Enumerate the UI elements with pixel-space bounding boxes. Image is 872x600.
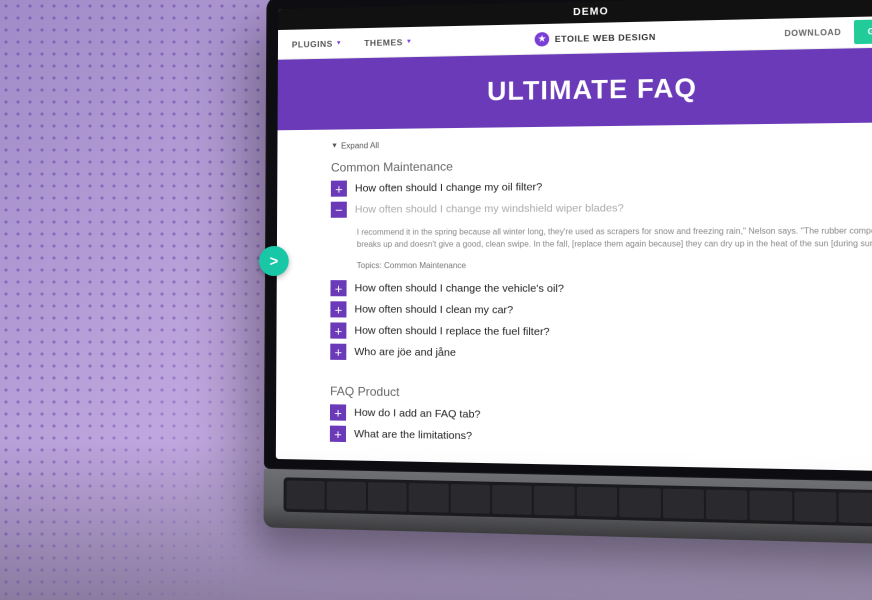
section-title: FAQ Product (330, 384, 872, 406)
collapse-icon[interactable]: − (331, 202, 347, 218)
nav-right: DOWNLOAD GET PRE (784, 19, 872, 46)
faq-item[interactable]: + What are the limitations? (330, 426, 872, 453)
section-title: Common Maintenance (331, 155, 872, 175)
expand-all-label: Expand All (341, 141, 379, 150)
nav-plugins-label: PLUGINS (292, 38, 333, 49)
faq-question: How do I add an FAQ tab? (354, 405, 480, 421)
expand-icon[interactable]: + (330, 404, 346, 420)
chevron-down-icon: ▼ (331, 143, 338, 150)
faq-topics: Topics: Common Maintenance (331, 255, 872, 282)
expand-icon[interactable]: + (330, 322, 346, 338)
faq-question: How often should I replace the fuel filt… (354, 323, 549, 339)
demo-banner-label: DEMO (573, 6, 609, 18)
faq-item[interactable]: + Who are jöe and jåne (330, 344, 872, 366)
topics-label: Topics: (357, 261, 382, 270)
faq-item[interactable]: + How often should I change my oil filte… (331, 176, 872, 197)
faq-answer: I recommend it in the spring because all… (331, 221, 872, 255)
faq-item[interactable]: + How do I add an FAQ tab? (330, 404, 872, 429)
expand-icon[interactable]: + (331, 181, 347, 197)
faq-question: How often should I clean my car? (354, 301, 513, 316)
hero-banner: ULTIMATE FAQ (278, 47, 872, 130)
expand-all-link[interactable]: ▼ Expand All (331, 141, 379, 151)
browser-viewport: DEMO PLUGINS ▼ THEMES ▼ ★ ETOILE WEB DES… (276, 0, 872, 472)
screen-bezel: > DEMO PLUGINS ▼ THEMES ▼ ★ (264, 0, 872, 483)
side-launcher-button[interactable]: > (259, 246, 289, 276)
faq-question: How often should I change my oil filter? (355, 179, 542, 195)
chevron-down-icon: ▼ (336, 40, 342, 46)
faq-content: ▼ Expand All Common Maintenance + How of… (276, 122, 872, 472)
page-title: ULTIMATE FAQ (487, 72, 697, 106)
brand-label: ETOILE WEB DESIGN (555, 31, 656, 43)
nav-themes[interactable]: THEMES ▼ (364, 36, 412, 47)
keyboard (284, 477, 872, 527)
get-premium-button[interactable]: GET PRE (854, 18, 872, 44)
brand[interactable]: ★ ETOILE WEB DESIGN (535, 29, 656, 46)
faq-question: Who are jöe and jåne (354, 344, 456, 359)
faq-item[interactable]: + How often should I change the vehicle'… (330, 280, 872, 298)
expand-icon[interactable]: + (330, 280, 346, 296)
expand-icon[interactable]: + (330, 426, 346, 443)
nav-left: PLUGINS ▼ THEMES ▼ (292, 36, 413, 49)
nav-plugins[interactable]: PLUGINS ▼ (292, 38, 342, 49)
faq-question: What are the limitations? (354, 426, 472, 442)
expand-icon[interactable]: + (330, 301, 346, 317)
chevron-down-icon: ▼ (406, 39, 413, 45)
nav-themes-label: THEMES (364, 37, 403, 48)
download-link[interactable]: DOWNLOAD (784, 28, 841, 39)
faq-item[interactable]: + How often should I clean my car? (330, 301, 872, 320)
laptop: > DEMO PLUGINS ▼ THEMES ▼ ★ (264, 0, 872, 545)
brand-star-icon: ★ (535, 31, 550, 46)
play-icon: > (270, 252, 279, 269)
faq-item[interactable]: − How often should I change my windshiel… (331, 198, 872, 217)
topic-link[interactable]: Common Maintenance (384, 261, 466, 270)
faq-item[interactable]: + How often should I replace the fuel fi… (330, 322, 872, 343)
expand-icon[interactable]: + (330, 344, 346, 360)
faq-question: How often should I change the vehicle's … (355, 280, 564, 295)
faq-question: How often should I change my windshield … (355, 200, 624, 216)
